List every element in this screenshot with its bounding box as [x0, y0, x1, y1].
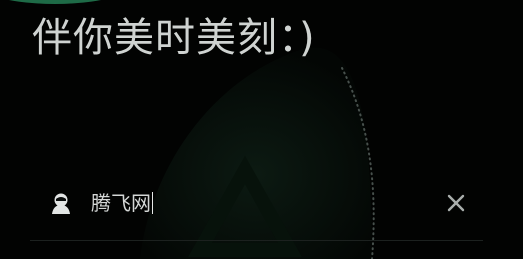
user-avatar-icon [51, 192, 71, 214]
clear-button[interactable] [444, 191, 468, 215]
field-underline [30, 240, 483, 241]
leaf-shape [140, 47, 372, 259]
page-title: 伴你美时美刻：) [32, 15, 316, 61]
text-caret [152, 192, 153, 214]
close-icon [447, 194, 465, 212]
username-input[interactable]: 腾飞网 [91, 190, 153, 216]
username-field[interactable]: 腾飞网 [30, 181, 483, 225]
corner-accent-shape [9, 0, 101, 4]
username-value: 腾飞网 [91, 191, 151, 215]
